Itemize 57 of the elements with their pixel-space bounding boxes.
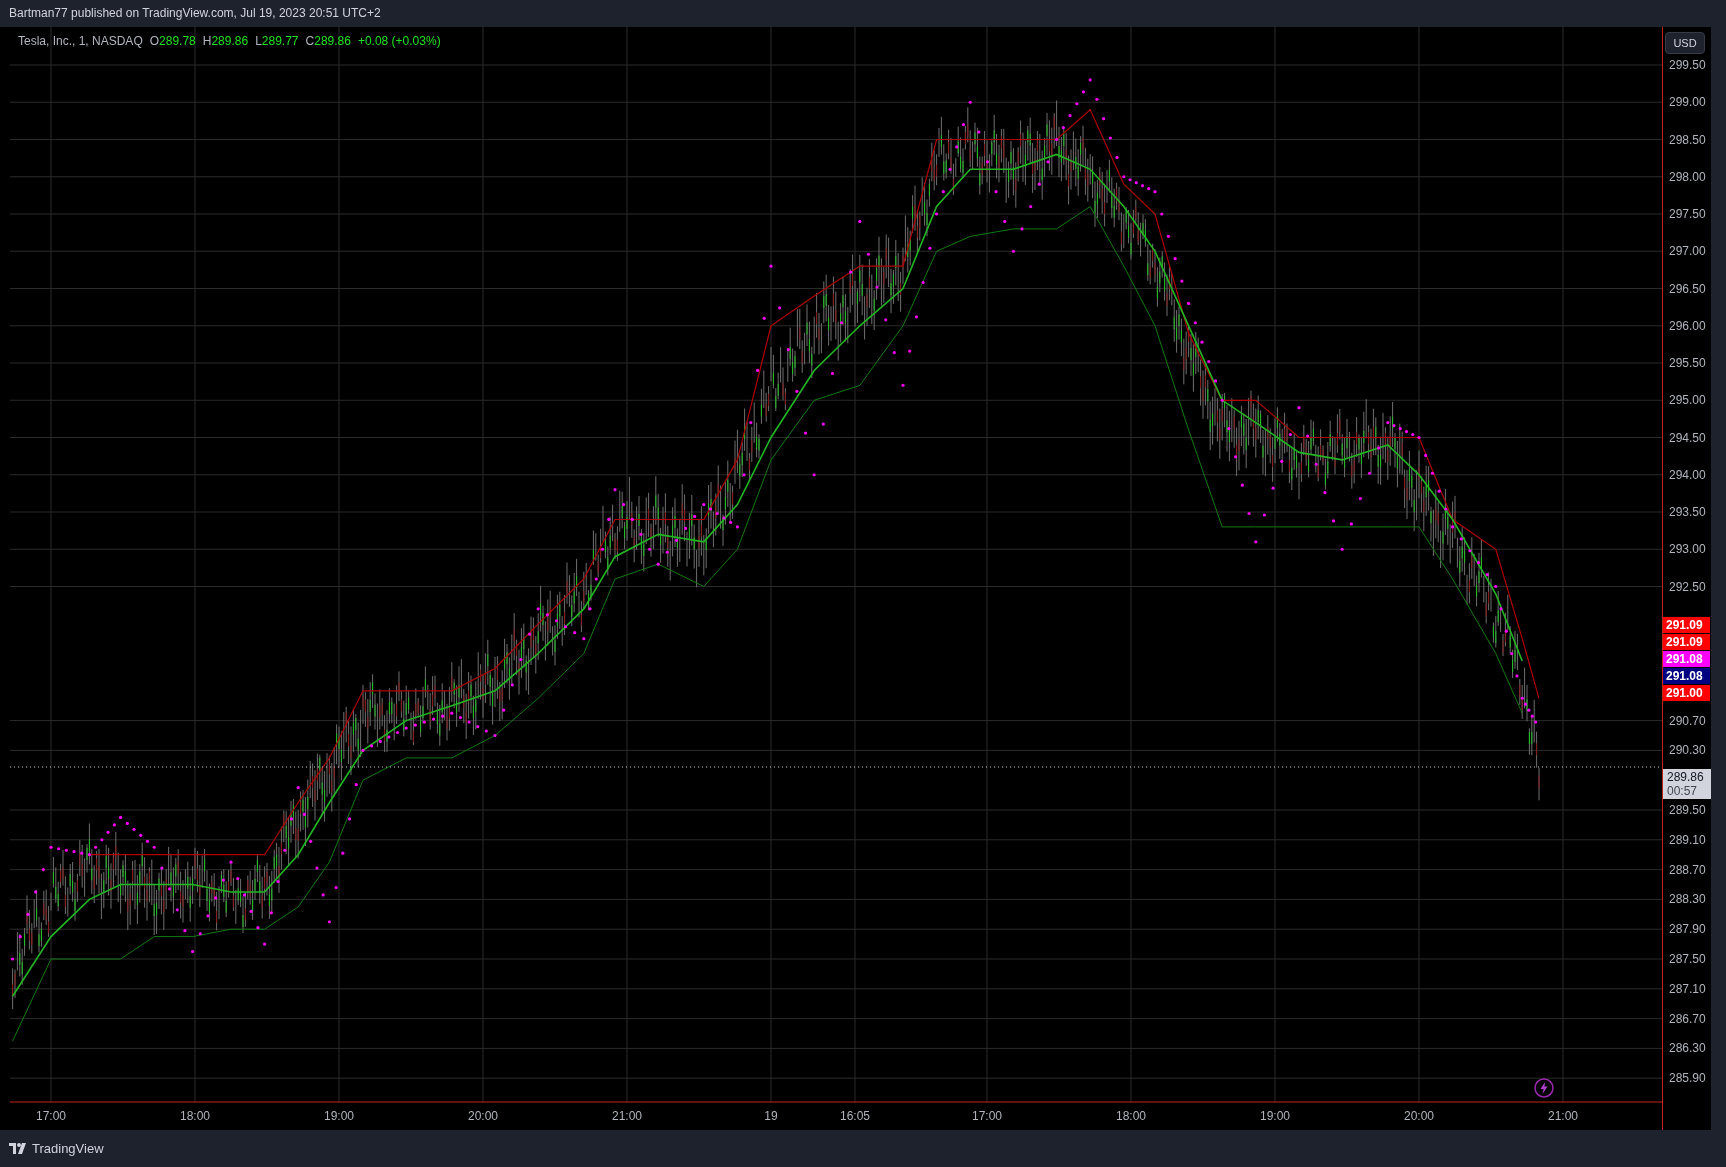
ohlc-value: O289.78 bbox=[149, 34, 196, 48]
bar-countdown: 00:57 bbox=[1667, 784, 1699, 798]
price-axis-label: 287.10 bbox=[1669, 980, 1706, 997]
brand-name[interactable]: TradingView bbox=[32, 1141, 104, 1156]
price-axis-label: 288.30 bbox=[1669, 891, 1706, 908]
price-axis-label: 286.30 bbox=[1669, 1040, 1706, 1057]
price-axis-label: 295.50 bbox=[1669, 355, 1706, 371]
price-axis-label: 298.50 bbox=[1669, 131, 1706, 148]
time-axis-label: 19 bbox=[763, 1109, 779, 1123]
price-axis-label: 294.50 bbox=[1669, 429, 1706, 446]
lightning-icon[interactable] bbox=[1534, 1078, 1554, 1098]
price-tag: 291.00 bbox=[1663, 685, 1710, 701]
price-axis-label: 299.00 bbox=[1669, 94, 1706, 111]
price-axis-label: 293.50 bbox=[1669, 504, 1706, 520]
time-axis-label: 19:00 bbox=[323, 1109, 355, 1123]
price-axis-label: 295.00 bbox=[1669, 392, 1706, 409]
time-axis-label: 18:00 bbox=[1115, 1109, 1147, 1123]
price-change: +0.08 (+0.03%) bbox=[357, 34, 441, 48]
logo-icon bbox=[9, 1143, 27, 1154]
time-axis-label: 20:00 bbox=[1403, 1109, 1435, 1123]
price-axis-label: 290.70 bbox=[1669, 712, 1706, 729]
price-axis-label: 285.90 bbox=[1669, 1070, 1706, 1087]
time-axis-label: 17:00 bbox=[35, 1109, 67, 1123]
price-axis-label: 287.90 bbox=[1669, 921, 1706, 938]
price-tag: 291.09 bbox=[1663, 617, 1710, 633]
price-axis-label: 292.50 bbox=[1669, 578, 1706, 595]
publisher-caption: Bartman77 published on TradingView.com, Jul 19, 2023 20:51 UTC+2 bbox=[8, 5, 382, 22]
price-tag: 291.08 bbox=[1663, 668, 1710, 684]
time-axis-label: 16:05 bbox=[839, 1109, 871, 1123]
ohlc-value: C289.86 bbox=[305, 34, 351, 48]
price-axis-label: 297.50 bbox=[1669, 206, 1706, 222]
price-axis-label: 293.00 bbox=[1669, 541, 1706, 558]
currency-button[interactable]: USD bbox=[1665, 32, 1705, 54]
time-axis-label: 20:00 bbox=[467, 1109, 499, 1123]
last-price-value: 289.86 bbox=[1667, 770, 1705, 784]
price-axis-label: 296.00 bbox=[1669, 317, 1706, 334]
ohlc-value: L289.77 bbox=[255, 34, 299, 48]
price-axis-label: 298.00 bbox=[1669, 168, 1706, 185]
price-axis-label: 287.50 bbox=[1669, 951, 1706, 967]
symbol-title: Tesla, Inc., 1, NASDAQ bbox=[18, 34, 143, 48]
time-axis-label: 19:00 bbox=[1259, 1109, 1291, 1123]
time-axis-label: 21:00 bbox=[1547, 1109, 1579, 1123]
time-axis-label: 21:00 bbox=[611, 1109, 643, 1123]
price-axis-label: 290.30 bbox=[1669, 742, 1706, 759]
price-axis-label: 296.50 bbox=[1669, 280, 1706, 297]
price-axis-label: 286.70 bbox=[1669, 1010, 1706, 1027]
price-axis-label: 299.50 bbox=[1669, 57, 1706, 73]
time-axis-label: 17:00 bbox=[971, 1109, 1003, 1123]
price-axis-label: 294.00 bbox=[1669, 466, 1706, 483]
price-tag: 291.08 bbox=[1663, 651, 1710, 667]
price-axis-label: 289.50 bbox=[1669, 802, 1706, 818]
price-axis-label: 288.70 bbox=[1669, 861, 1706, 878]
price-tag: 291.09 bbox=[1663, 634, 1710, 650]
price-axis-label: 297.00 bbox=[1669, 243, 1706, 260]
price-axis-label: 289.10 bbox=[1669, 831, 1706, 848]
ohlc-value: H289.86 bbox=[202, 34, 249, 48]
time-axis-label: 18:00 bbox=[179, 1109, 211, 1123]
